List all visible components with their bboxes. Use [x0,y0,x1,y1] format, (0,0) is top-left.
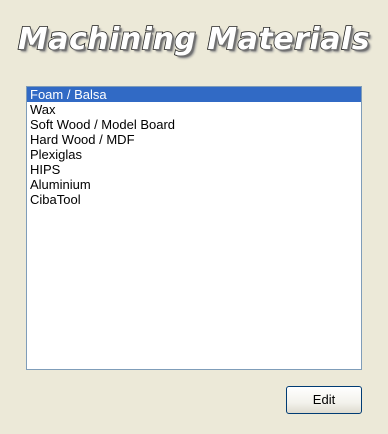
list-item-soft-wood-model-board[interactable]: Soft Wood / Model Board [27,117,361,132]
list-item-wax[interactable]: Wax [27,102,361,117]
edit-button[interactable]: Edit [286,386,362,414]
list-item-aluminium[interactable]: Aluminium [27,177,361,192]
list-item-foam-balsa[interactable]: Foam / Balsa [27,87,361,102]
list-item-plexiglas[interactable]: Plexiglas [27,147,361,162]
page-title: Machining Materials [17,21,371,58]
list-item-hard-wood-mdf[interactable]: Hard Wood / MDF [27,132,361,147]
list-item-cibatool[interactable]: CibaTool [27,192,361,207]
materials-listbox[interactable]: Foam / Balsa Wax Soft Wood / Model Board… [26,86,362,370]
list-item-hips[interactable]: HIPS [27,162,361,177]
